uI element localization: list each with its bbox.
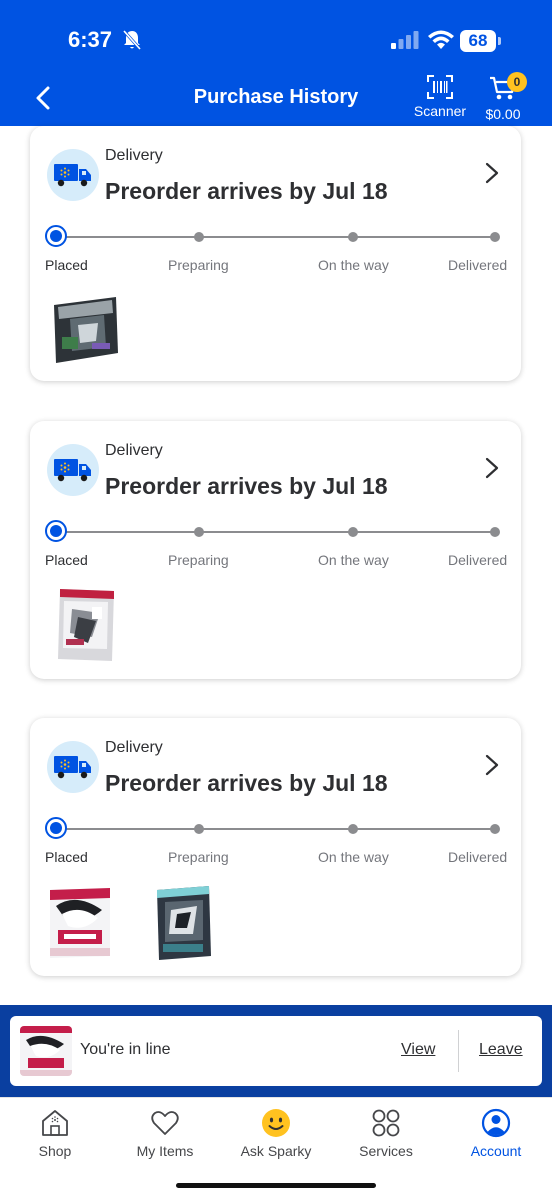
step-label-placed: Placed bbox=[45, 552, 88, 568]
cellular-signal-icon bbox=[391, 31, 419, 49]
step-label-on-the-way: On the way bbox=[318, 257, 389, 273]
fulfillment-type: Delivery bbox=[105, 739, 163, 756]
delivery-truck-icon bbox=[47, 444, 99, 496]
product-thumbnail[interactable] bbox=[46, 884, 114, 960]
progress-step-dot bbox=[348, 527, 358, 537]
order-card[interactable]: Delivery Preorder arrives by Jul 18 Plac… bbox=[30, 421, 521, 679]
step-label-on-the-way: On the way bbox=[318, 849, 389, 865]
sparky-icon bbox=[262, 1109, 290, 1137]
battery-level: 68 bbox=[460, 30, 496, 52]
store-icon bbox=[42, 1110, 68, 1136]
step-label-preparing: Preparing bbox=[168, 257, 229, 273]
step-label-delivered: Delivered bbox=[448, 257, 508, 273]
app-header: 6:37 68 Purchase History Scanner 0 $0.00 bbox=[0, 0, 552, 126]
order-card[interactable]: Delivery Preorder arrives by Jul 18 Plac… bbox=[30, 126, 521, 381]
product-thumbnail[interactable] bbox=[52, 291, 120, 367]
progress-step-dot bbox=[490, 232, 500, 242]
barcode-scanner-icon bbox=[427, 75, 453, 99]
battery-indicator: 68 bbox=[460, 30, 502, 52]
progress-step-dot bbox=[348, 824, 358, 834]
chevron-right-icon[interactable] bbox=[482, 752, 502, 778]
services-icon bbox=[372, 1109, 400, 1137]
queue-leave-link[interactable]: Leave bbox=[479, 1041, 523, 1059]
tab-my-items[interactable]: My Items bbox=[115, 1108, 215, 1159]
home-indicator bbox=[176, 1183, 376, 1188]
tab-label: My Items bbox=[136, 1143, 194, 1159]
wifi-icon bbox=[428, 30, 454, 49]
delivery-truck-icon bbox=[47, 741, 99, 793]
progress-step-dot bbox=[348, 232, 358, 242]
step-label-delivered: Delivered bbox=[448, 552, 508, 568]
tab-services[interactable]: Services bbox=[336, 1108, 436, 1159]
fulfillment-type: Delivery bbox=[105, 442, 163, 459]
tab-shop[interactable]: Shop bbox=[5, 1108, 105, 1159]
battery-tip bbox=[498, 37, 501, 45]
product-thumbnail[interactable] bbox=[153, 884, 221, 960]
progress-track bbox=[56, 236, 497, 238]
scanner-label: Scanner bbox=[413, 103, 467, 119]
progress-step-dot bbox=[194, 527, 204, 537]
tab-label: Shop bbox=[38, 1143, 72, 1159]
progress-step-dot bbox=[194, 232, 204, 242]
queue-status-text: You're in line bbox=[80, 1041, 171, 1058]
scanner-button[interactable]: Scanner bbox=[408, 74, 472, 119]
progress-step-dot bbox=[490, 824, 500, 834]
progress-step-current bbox=[45, 520, 67, 542]
progress-step-current bbox=[45, 817, 67, 839]
progress-track bbox=[56, 828, 497, 830]
step-label-placed: Placed bbox=[45, 257, 88, 273]
cart-button[interactable]: 0 $0.00 bbox=[480, 72, 527, 122]
account-icon bbox=[481, 1108, 511, 1138]
tab-label: Account bbox=[470, 1143, 522, 1159]
queue-banner: You're in line View Leave bbox=[10, 1016, 542, 1086]
progress-track bbox=[56, 531, 497, 533]
step-label-delivered: Delivered bbox=[448, 849, 508, 865]
chevron-right-icon[interactable] bbox=[482, 455, 502, 481]
step-label-on-the-way: On the way bbox=[318, 552, 389, 568]
arrival-status: Preorder arrives by Jul 18 bbox=[105, 473, 388, 499]
queue-view-link[interactable]: View bbox=[401, 1041, 435, 1059]
cart-count-badge: 0 bbox=[507, 72, 527, 92]
progress-step-current bbox=[45, 225, 67, 247]
step-label-placed: Placed bbox=[45, 849, 88, 865]
order-card[interactable]: Delivery Preorder arrives by Jul 18 Plac… bbox=[30, 718, 521, 976]
progress-step-dot bbox=[490, 527, 500, 537]
tab-label: Services bbox=[359, 1143, 413, 1159]
step-label-preparing: Preparing bbox=[168, 552, 229, 568]
product-thumbnail[interactable] bbox=[52, 587, 120, 663]
status-time: 6:37 bbox=[68, 27, 113, 52]
queue-product-thumbnail bbox=[20, 1026, 72, 1076]
arrival-status: Preorder arrives by Jul 18 bbox=[105, 770, 388, 796]
cart-total: $0.00 bbox=[485, 106, 521, 122]
tab-label: Ask Sparky bbox=[240, 1143, 312, 1159]
delivery-truck-icon bbox=[47, 149, 99, 201]
bell-muted-icon bbox=[122, 30, 142, 50]
arrival-status: Preorder arrives by Jul 18 bbox=[105, 178, 388, 204]
tab-account[interactable]: Account bbox=[446, 1108, 546, 1159]
chevron-right-icon[interactable] bbox=[482, 160, 502, 186]
fulfillment-type: Delivery bbox=[105, 147, 163, 164]
progress-step-dot bbox=[194, 824, 204, 834]
heart-icon bbox=[151, 1111, 179, 1135]
step-label-preparing: Preparing bbox=[168, 849, 229, 865]
queue-divider bbox=[458, 1030, 459, 1072]
tab-ask-sparky[interactable]: Ask Sparky bbox=[226, 1108, 326, 1159]
